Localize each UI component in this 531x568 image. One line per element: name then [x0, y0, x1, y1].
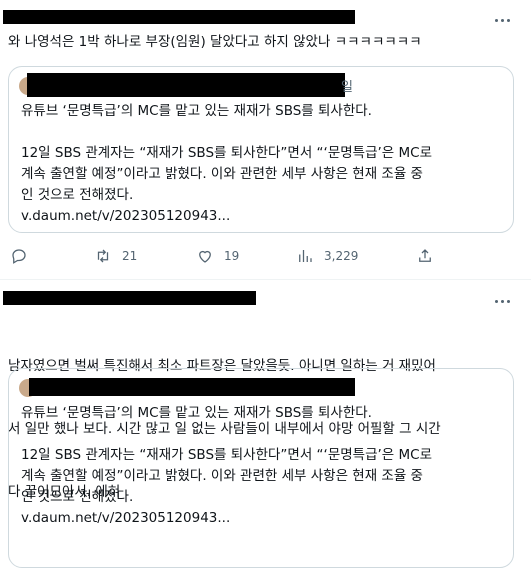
share-button[interactable] — [416, 242, 434, 270]
reply-button[interactable] — [10, 242, 38, 270]
tweet-text: 와 나영석은 1박 하나로 부장(임원) 달았다고 하지 않았나 ㅋㅋㅋㅋㅋㅋㅋ — [8, 34, 422, 50]
quote-body-line: 12일 SBS 관계자는 “재재가 SBS를 퇴사한다”면서 “‘문명특급’은 … — [21, 145, 433, 161]
more-icon[interactable] — [491, 294, 513, 308]
quote-text: 유튜브 ‘문명특급’의 MC를 맡고 있는 재재가 SBS를 퇴사한다. 12일… — [21, 403, 501, 529]
quote-body-line: 계속 출연할 예정”이라고 밝혔다. 이와 관련한 세부 사항은 현재 조율 중 — [21, 468, 423, 484]
redacted-quote-author — [29, 378, 355, 396]
more-icon[interactable] — [491, 13, 513, 27]
tweet[interactable]: 와 나영석은 1박 하나로 부장(임원) 달았다고 하지 않았나 ㅋㅋㅋㅋㅋㅋㅋ… — [0, 0, 531, 280]
redacted-quote-author — [27, 73, 345, 97]
views-button[interactable]: 3,229 — [296, 242, 358, 270]
views-count: 3,229 — [324, 249, 359, 263]
like-button[interactable]: 19 — [196, 242, 239, 270]
action-bar: 21 19 3,229 — [8, 242, 528, 270]
quote-headline: 유튜브 ‘문명특급’의 MC를 맡고 있는 재재가 SBS를 퇴사한다. — [21, 103, 372, 119]
like-icon — [199, 250, 211, 263]
quote-text: 유튜브 ‘문명특급’의 MC를 맡고 있는 재재가 SBS를 퇴사한다. 12일… — [21, 101, 501, 227]
like-count: 19 — [224, 249, 240, 263]
reply-icon — [12, 249, 26, 264]
quote-body-line: 인 것으로 전해졌다. — [21, 489, 134, 505]
quote-headline: 유튜브 ‘문명특급’의 MC를 맡고 있는 재재가 SBS를 퇴사한다. — [21, 405, 372, 421]
views-icon — [299, 250, 312, 262]
retweet-button[interactable]: 21 — [94, 242, 137, 270]
retweet-icon — [97, 249, 109, 263]
retweet-count: 21 — [122, 249, 138, 263]
redacted-author-bar — [3, 291, 256, 305]
quote-name-suffix: 일 — [341, 80, 353, 95]
quote-body-line: 12일 SBS 관계자는 “재재가 SBS를 퇴사한다”면서 “‘문명특급’은 … — [21, 447, 433, 463]
quote-link[interactable]: v.daum.net/v/202305120943... — [21, 206, 501, 227]
tweet[interactable]: 남자였으면 벌써 특진해서 최소 파트장은 달았을듯. 아니면 일하는 거 재밌… — [0, 280, 531, 568]
quote-tweet[interactable]: 유튜브 ‘문명특급’의 MC를 맡고 있는 재재가 SBS를 퇴사한다. 12일… — [8, 368, 514, 568]
share-icon — [419, 249, 431, 262]
quote-tweet[interactable]: 일 유튜브 ‘문명특급’의 MC를 맡고 있는 재재가 SBS를 퇴사한다. 1… — [8, 66, 514, 233]
quote-link[interactable]: v.daum.net/v/202305120943... — [21, 508, 501, 529]
redacted-author-bar — [3, 10, 355, 24]
quote-body-line: 계속 출연할 예정”이라고 밝혔다. 이와 관련한 세부 사항은 현재 조율 중 — [21, 166, 423, 182]
quote-body-line: 인 것으로 전해졌다. — [21, 187, 134, 203]
